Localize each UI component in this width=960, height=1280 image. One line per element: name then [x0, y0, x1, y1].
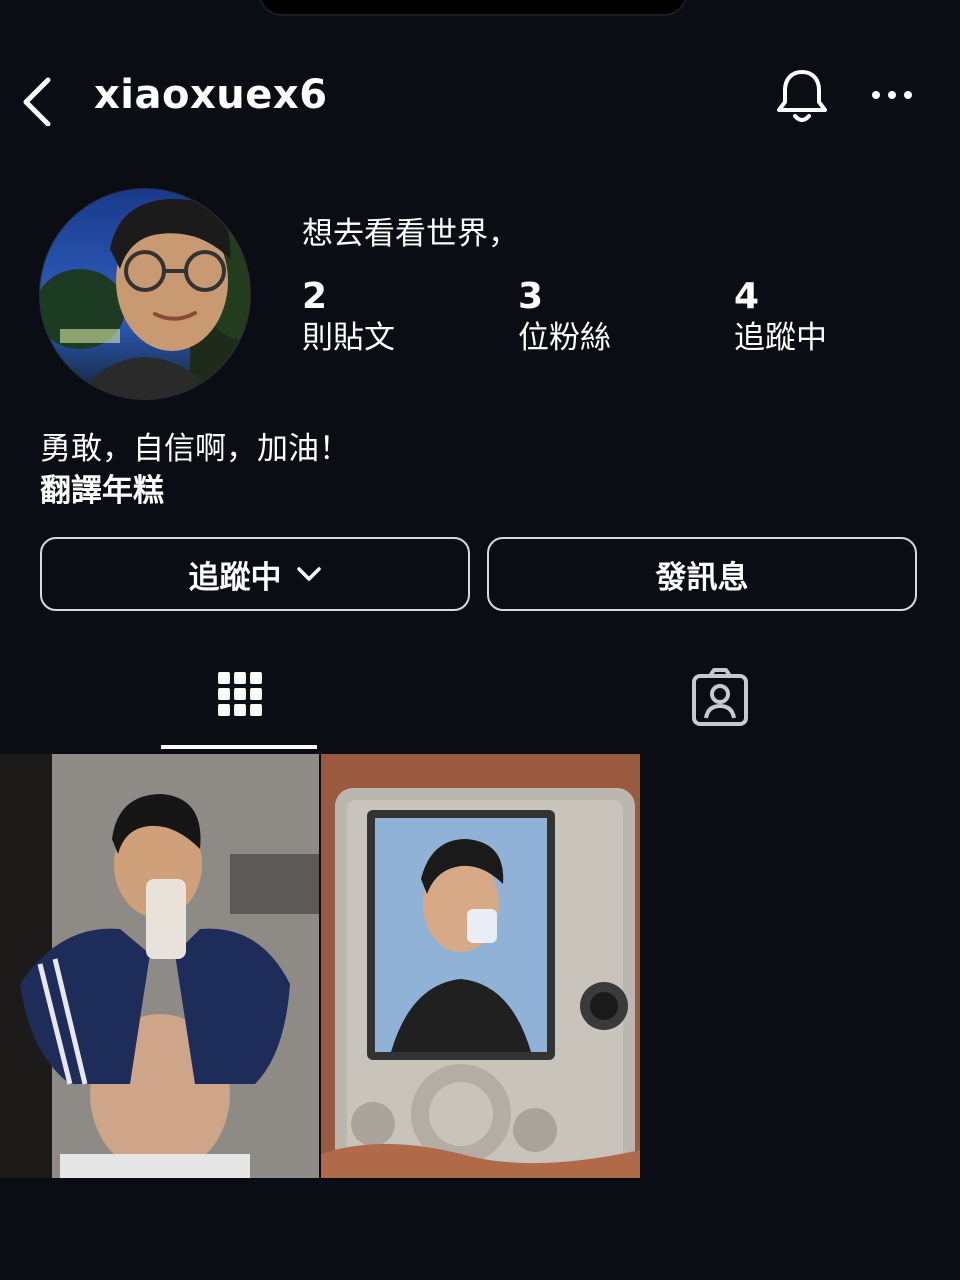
notifications-button[interactable] — [772, 64, 832, 128]
followers-count-label: 位粉絲 — [518, 320, 611, 356]
bio-line: 勇敢，自信啊，加油！ — [40, 431, 350, 467]
back-button[interactable] — [16, 66, 64, 127]
message-button[interactable]: 發訊息 — [487, 537, 917, 611]
bio-line: 翻譯年糕 — [40, 473, 164, 509]
following-button-label: 追蹤中 — [188, 559, 282, 596]
followers-count-value: 3 — [518, 276, 544, 317]
profile-header: xiaoxuex6 — [0, 58, 960, 134]
message-button-label: 發訊息 — [655, 559, 749, 596]
profile-username: xiaoxuex6 — [94, 72, 328, 118]
following-count[interactable]: 4 追蹤中 — [734, 276, 827, 358]
chevron-left-icon — [23, 77, 51, 127]
following-button[interactable]: 追蹤中 — [40, 537, 470, 611]
tagged-person-icon — [692, 668, 748, 726]
profile-display-name: 想去看看世界， — [302, 216, 519, 252]
followers-count[interactable]: 3 位粉絲 — [518, 276, 611, 358]
tab-grid[interactable] — [80, 650, 400, 750]
tab-tagged[interactable] — [560, 650, 880, 750]
posts-count-value: 2 — [302, 276, 328, 317]
posts-count-label: 則貼文 — [302, 320, 395, 356]
following-count-value: 4 — [734, 276, 760, 317]
post-thumbnail[interactable] — [0, 754, 319, 1178]
device-notch — [258, 0, 688, 16]
more-options-button[interactable] — [866, 80, 916, 110]
following-count-label: 追蹤中 — [734, 320, 827, 356]
posts-count[interactable]: 2 則貼文 — [302, 276, 395, 358]
profile-bio: 勇敢，自信啊，加油！ 翻譯年糕 — [40, 428, 350, 512]
active-tab-indicator — [161, 745, 317, 749]
chevron-down-icon — [296, 567, 321, 581]
grid-icon — [218, 672, 262, 716]
bell-icon — [777, 70, 827, 122]
more-horizontal-icon — [872, 91, 912, 99]
profile-avatar[interactable] — [39, 188, 251, 400]
post-thumbnail[interactable] — [321, 754, 640, 1178]
